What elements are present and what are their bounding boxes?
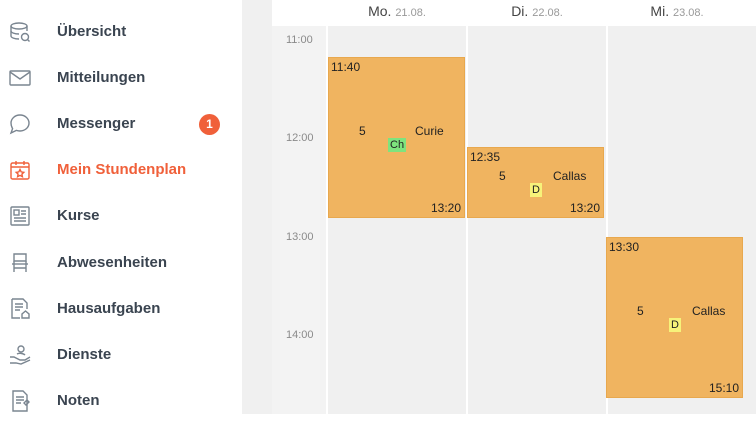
- event-teacher: Callas: [553, 169, 587, 183]
- sidebar-item-abwesenheiten[interactable]: Abwesenheiten: [0, 243, 242, 283]
- sidebar-item-label: Abwesenheiten: [57, 254, 168, 271]
- day-header-tuesday: Di. 22.08.: [468, 0, 606, 26]
- day-name: Di.: [511, 3, 529, 19]
- sidebar-item-messenger[interactable]: Messenger 1: [0, 104, 242, 144]
- time-axis: 11:00 12:00 13:00 14:00: [272, 26, 326, 414]
- lesson-event[interactable]: 11:40 5 Curie Ch 13:20: [328, 57, 465, 218]
- day-column-tuesday: [468, 26, 606, 414]
- calendar-icon: [10, 161, 30, 180]
- day-header-monday: Mo. 21.08.: [328, 0, 466, 26]
- envelope-icon: [9, 70, 31, 86]
- day-name: Mo.: [368, 3, 392, 19]
- sidebar-item-dienste[interactable]: Dienste: [0, 335, 242, 375]
- sidebar-gutter: [242, 0, 272, 414]
- sidebar-item-label: Mein Stundenplan: [57, 161, 187, 178]
- sidebar-item-label: Hausaufgaben: [57, 300, 161, 317]
- sidebar-item-label: Mitteilungen: [57, 69, 146, 86]
- event-start-time: 11:40: [331, 60, 361, 74]
- sidebar-item-label: Kurse: [57, 207, 100, 224]
- event-teacher: Callas: [692, 304, 726, 318]
- sidebar-item-label: Noten: [57, 392, 100, 409]
- courses-icon: [10, 206, 30, 226]
- sidebar-item-noten[interactable]: Noten: [0, 381, 242, 421]
- sidebar-item-label: Übersicht: [57, 23, 127, 40]
- event-room: 5: [359, 124, 366, 138]
- sidebar-item-label: Messenger: [57, 115, 136, 132]
- sidebar: Übersicht Mitteilungen Messenger 1 Mein …: [0, 0, 243, 414]
- event-end-time: 13:20: [430, 201, 461, 215]
- sidebar-item-label: Dienste: [57, 346, 112, 363]
- event-start-time: 13:30: [609, 240, 640, 254]
- sidebar-item-kurse[interactable]: Kurse: [0, 196, 242, 236]
- event-teacher: Curie: [415, 124, 444, 138]
- chair-icon: [12, 253, 28, 272]
- lesson-event[interactable]: 12:35 5 Callas D 13:20: [467, 147, 604, 218]
- day-name: Mi.: [650, 3, 670, 19]
- sidebar-item-hausaufgaben[interactable]: Hausaufgaben: [0, 289, 242, 329]
- time-label: 14:00: [286, 329, 314, 341]
- sidebar-item-mitteilungen[interactable]: Mitteilungen: [0, 58, 242, 98]
- time-label: 12:00: [286, 132, 314, 144]
- grades-icon: [12, 390, 30, 412]
- event-room: 5: [499, 169, 506, 183]
- time-label: 13:00: [286, 231, 314, 243]
- day-header-wednesday: Mi. 23.08.: [608, 0, 746, 26]
- service-hand-icon: [10, 345, 31, 365]
- sidebar-item-stundenplan[interactable]: Mein Stundenplan: [0, 150, 242, 190]
- notification-badge: 1: [199, 114, 220, 135]
- event-subject: D: [530, 183, 542, 197]
- event-end-time: 15:10: [708, 381, 739, 395]
- day-date: 23.08.: [672, 7, 704, 19]
- day-date: 22.08.: [532, 7, 563, 19]
- chat-bubble-icon: [9, 114, 30, 135]
- event-end-time: 13:20: [569, 201, 600, 215]
- homework-icon: [11, 298, 30, 319]
- timetable: 11:00 12:00 13:00 14:00 Mo. 21.08. Di. 2…: [272, 0, 756, 414]
- event-subject: D: [669, 318, 681, 332]
- event-start-time: 12:35: [470, 150, 501, 164]
- time-label: 11:00: [286, 34, 313, 46]
- event-room: 5: [637, 304, 644, 318]
- sidebar-item-uebersicht[interactable]: Übersicht: [0, 12, 242, 52]
- event-subject: Ch: [388, 138, 407, 152]
- lesson-event[interactable]: 13:30 5 Callas D 15:10: [606, 237, 743, 398]
- day-date: 21.08.: [395, 7, 426, 19]
- overview-icon: [10, 22, 30, 42]
